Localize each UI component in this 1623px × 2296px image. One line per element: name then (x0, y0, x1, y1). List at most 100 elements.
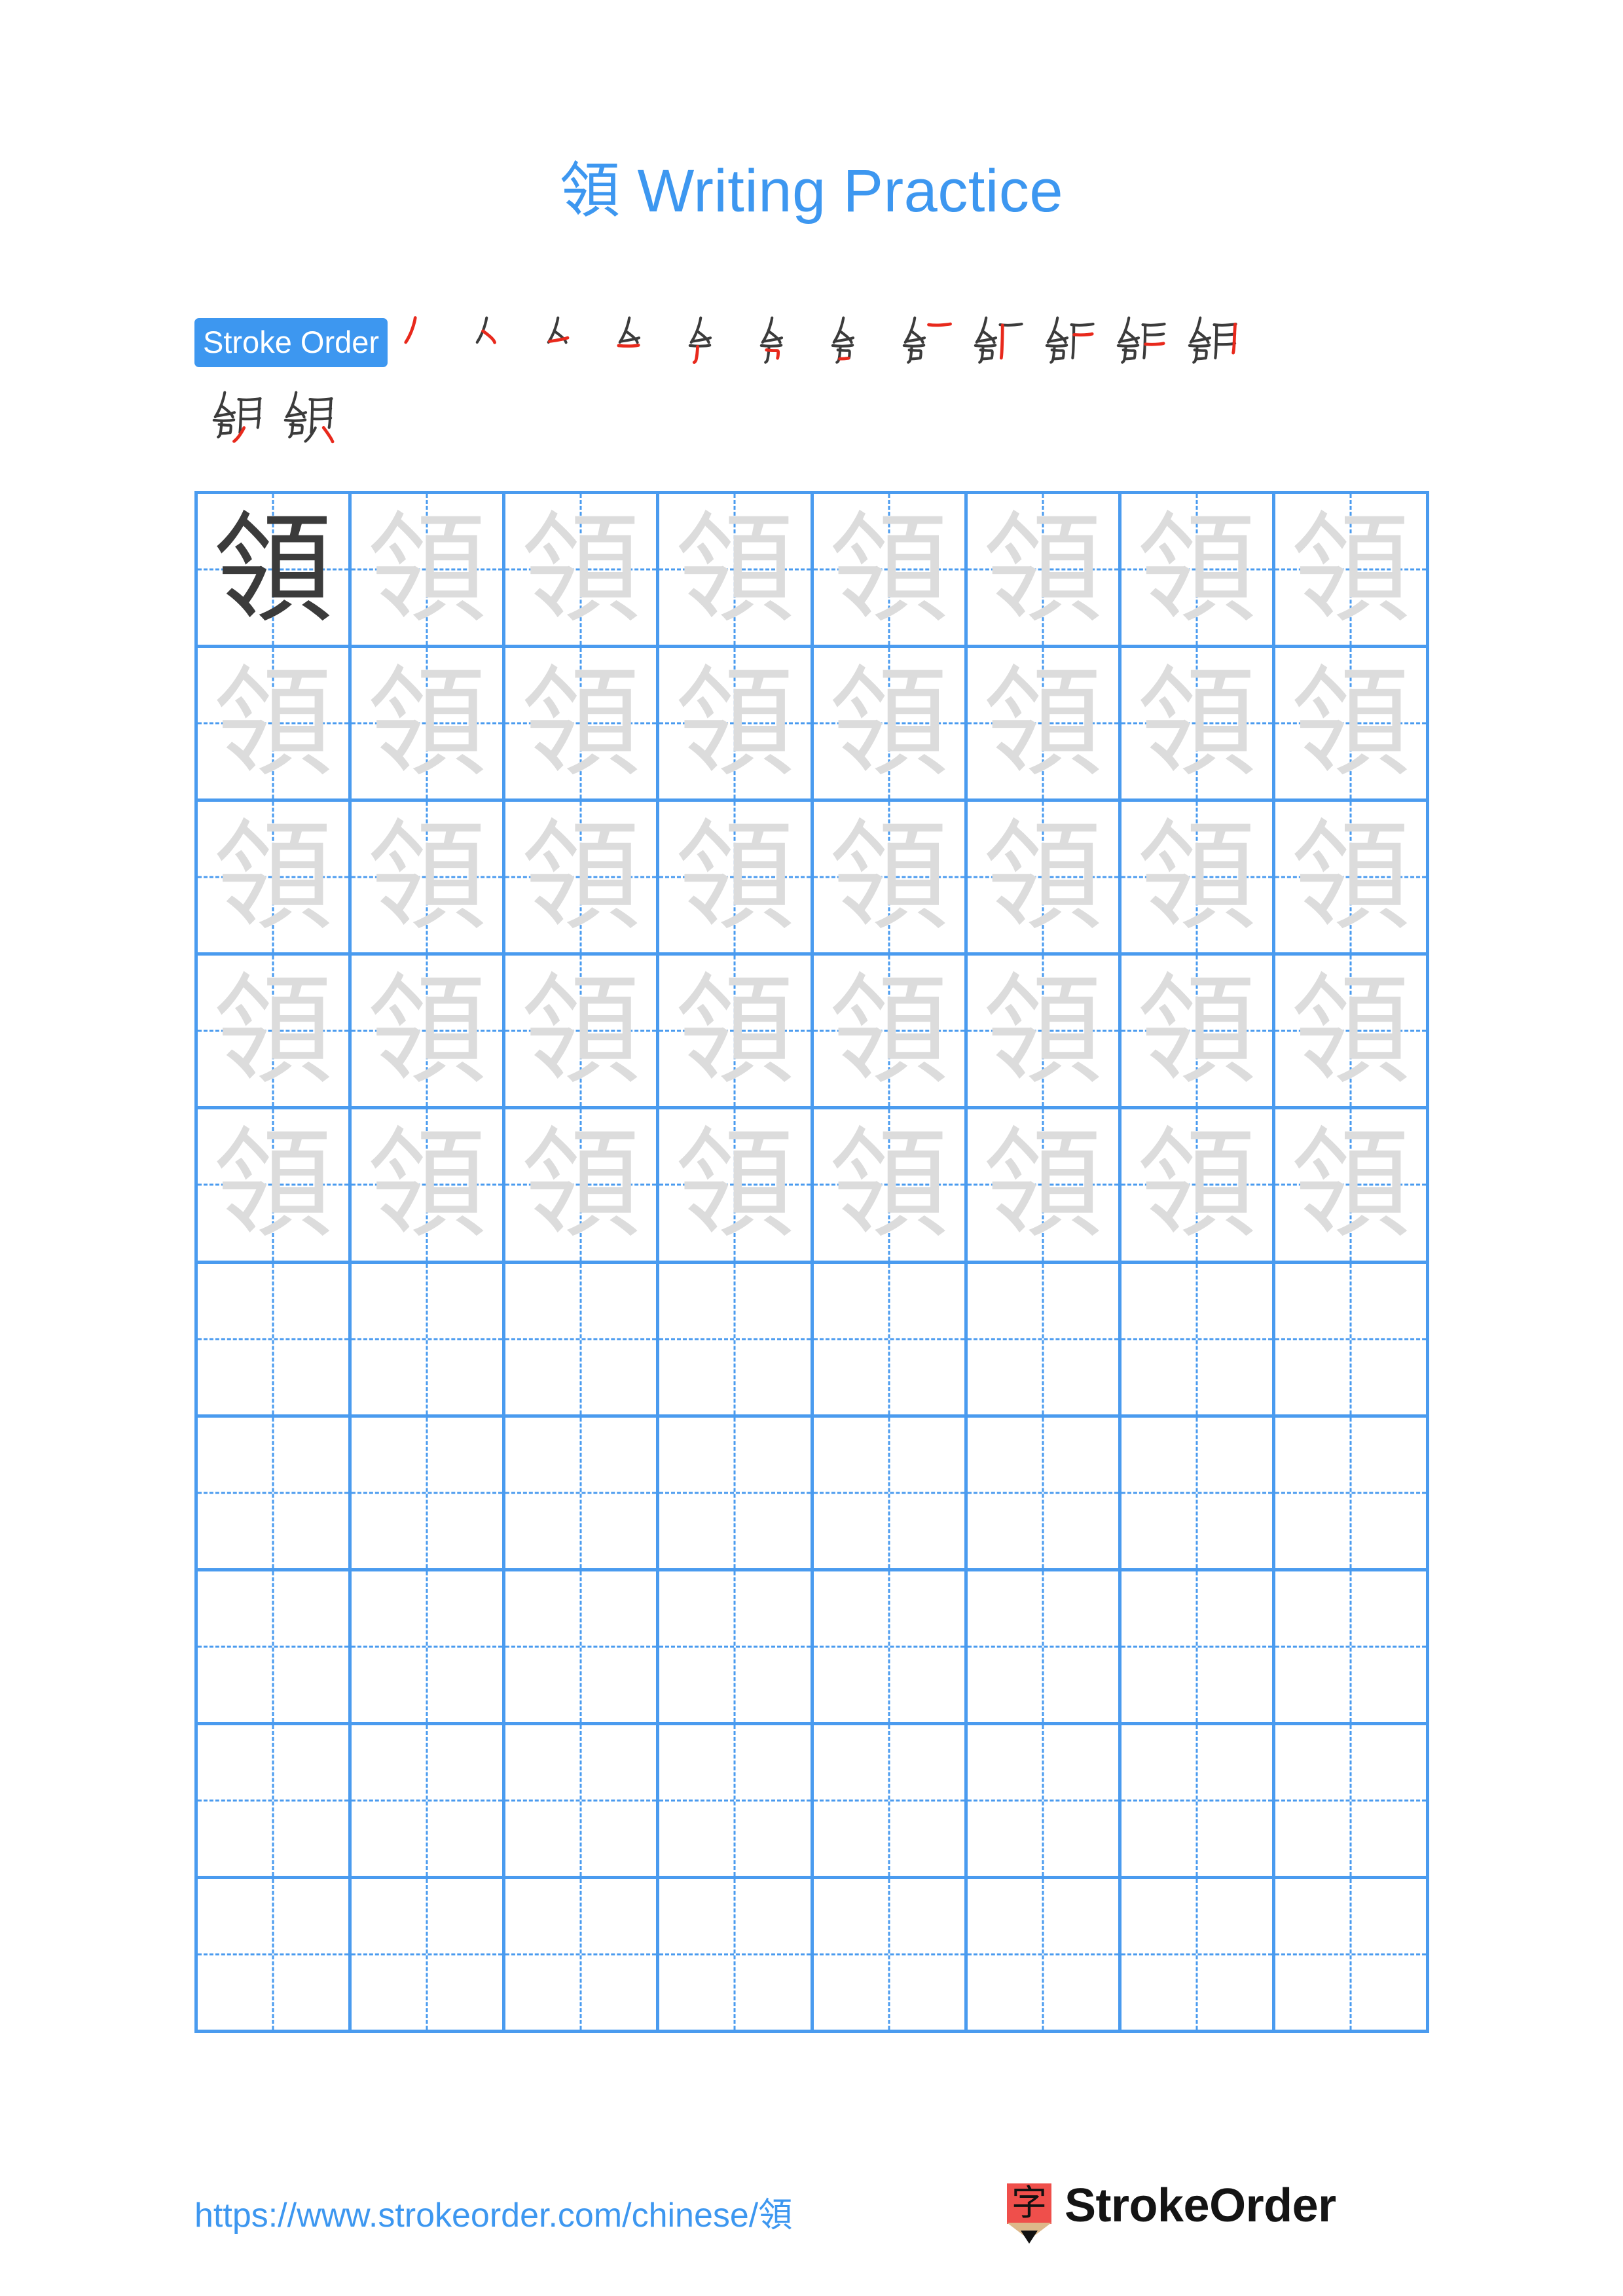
practice-cell-r5-c1[interactable]: 領 (198, 1109, 352, 1264)
practice-cell-r9-c6[interactable] (967, 1725, 1122, 1879)
practice-cell-r3-c5[interactable]: 領 (813, 802, 968, 956)
practice-cell-r6-c7[interactable] (1121, 1263, 1275, 1418)
practice-cell-r7-c5[interactable] (813, 1417, 968, 1571)
practice-cell-r1-c3[interactable]: 領 (505, 494, 660, 649)
practice-cell-r7-c6[interactable] (967, 1417, 1122, 1571)
brand-logo[interactable]: 字 StrokeOrder (1007, 2182, 1336, 2249)
practice-cell-r7-c2[interactable] (352, 1417, 506, 1571)
practice-cell-r4-c8[interactable]: 領 (1275, 956, 1429, 1110)
practice-cell-r10-c4[interactable] (659, 1878, 814, 2033)
practice-cell-r6-c6[interactable] (967, 1263, 1122, 1418)
practice-cell-r1-c4[interactable]: 領 (659, 494, 814, 649)
practice-cell-r3-c2[interactable]: 領 (352, 802, 506, 956)
stroke-existing (1188, 344, 1211, 348)
trace-character: 領 (829, 500, 949, 639)
stroke-order-step-7 (818, 308, 890, 377)
stroke-existing (240, 407, 261, 411)
practice-cell-r3-c6[interactable]: 領 (967, 802, 1122, 956)
practice-cell-r8-c1[interactable] (198, 1571, 352, 1725)
practice-cell-r2-c5[interactable]: 領 (813, 648, 968, 802)
practice-cell-r8-c8[interactable] (1275, 1571, 1429, 1725)
practice-cell-r6-c5[interactable] (813, 1263, 968, 1418)
pencil-glyph-zi: 字 (1012, 2182, 1047, 2223)
practice-cell-r10-c2[interactable] (352, 1878, 506, 2033)
practice-cell-r5-c6[interactable]: 領 (967, 1109, 1122, 1264)
practice-cell-r2-c8[interactable]: 領 (1275, 648, 1429, 802)
practice-cell-r8-c7[interactable] (1121, 1571, 1275, 1725)
practice-cell-r4-c6[interactable]: 領 (967, 956, 1122, 1110)
practice-cell-r10-c1[interactable] (198, 1878, 352, 2033)
practice-cell-r6-c2[interactable] (352, 1263, 506, 1418)
practice-cell-r3-c4[interactable]: 領 (659, 802, 814, 956)
practice-cell-r5-c3[interactable]: 領 (505, 1109, 660, 1264)
trace-character: 領 (675, 500, 795, 639)
practice-cell-r3-c3[interactable]: 領 (505, 802, 660, 956)
practice-cell-r8-c3[interactable] (505, 1571, 660, 1725)
practice-cell-r7-c8[interactable] (1275, 1417, 1429, 1571)
practice-cell-r10-c3[interactable] (505, 1878, 660, 2033)
practice-cell-r4-c2[interactable]: 領 (352, 956, 506, 1110)
practice-cell-r7-c4[interactable] (659, 1417, 814, 1571)
practice-cell-r1-c8[interactable]: 領 (1275, 494, 1429, 649)
practice-cell-r2-c4[interactable]: 領 (659, 648, 814, 802)
practice-cell-r5-c7[interactable]: 領 (1121, 1109, 1275, 1264)
practice-cell-r7-c1[interactable] (198, 1417, 352, 1571)
practice-cell-r4-c7[interactable]: 領 (1121, 956, 1275, 1110)
practice-cell-r9-c3[interactable] (505, 1725, 660, 1879)
stroke-existing (1144, 332, 1165, 336)
practice-cell-r5-c2[interactable]: 領 (352, 1109, 506, 1264)
practice-cell-r9-c7[interactable] (1121, 1725, 1275, 1879)
practice-cell-r1-c1[interactable]: 領 (198, 494, 352, 649)
practice-cell-r9-c1[interactable] (198, 1725, 352, 1879)
practice-cell-r5-c8[interactable]: 領 (1275, 1109, 1429, 1264)
practice-cell-r2-c1[interactable]: 領 (198, 648, 352, 802)
practice-cell-r4-c4[interactable]: 領 (659, 956, 814, 1110)
practice-cell-r8-c4[interactable] (659, 1571, 814, 1725)
practice-cell-r2-c6[interactable]: 領 (967, 648, 1122, 802)
footer-url-link[interactable]: https://www.strokeorder.com/chinese/領 (194, 2187, 792, 2236)
practice-cell-r5-c4[interactable]: 領 (659, 1109, 814, 1264)
practice-cell-r9-c2[interactable] (352, 1725, 506, 1879)
practice-cell-r1-c6[interactable]: 領 (967, 494, 1122, 649)
practice-cell-r4-c5[interactable]: 領 (813, 956, 968, 1110)
practice-cell-r9-c4[interactable] (659, 1725, 814, 1879)
stroke-existing (759, 344, 783, 348)
practice-cell-r9-c8[interactable] (1275, 1725, 1429, 1879)
stroke-new (617, 344, 640, 348)
stroke-new (927, 322, 953, 327)
practice-cell-r6-c8[interactable] (1275, 1263, 1429, 1418)
stroke-order-step-11 (1104, 308, 1175, 377)
practice-cell-r2-c3[interactable]: 領 (505, 648, 660, 802)
practice-cell-r10-c7[interactable] (1121, 1878, 1275, 2033)
practice-cell-r10-c5[interactable] (813, 1878, 968, 2033)
practice-cell-r6-c1[interactable] (198, 1263, 352, 1418)
practice-cell-r5-c5[interactable]: 領 (813, 1109, 968, 1264)
practice-cell-r1-c5[interactable]: 領 (813, 494, 968, 649)
practice-cell-r2-c2[interactable]: 領 (352, 648, 506, 802)
stroke-order-step-2 (462, 308, 533, 377)
practice-cell-r3-c7[interactable]: 領 (1121, 802, 1275, 956)
practice-cell-r4-c3[interactable]: 領 (505, 956, 660, 1110)
trace-character: 領 (829, 1115, 949, 1255)
trace-character: 領 (521, 1115, 641, 1255)
practice-cell-r7-c3[interactable] (505, 1417, 660, 1571)
practice-cell-r10-c8[interactable] (1275, 1878, 1429, 2033)
practice-cell-r7-c7[interactable] (1121, 1417, 1275, 1571)
practice-cell-r1-c2[interactable]: 領 (352, 494, 506, 649)
trace-character: 領 (213, 1115, 333, 1255)
practice-cell-r8-c2[interactable] (352, 1571, 506, 1725)
practice-cell-r3-c8[interactable]: 領 (1275, 802, 1429, 956)
practice-cell-r6-c3[interactable] (505, 1263, 660, 1418)
practice-cell-r8-c6[interactable] (967, 1571, 1122, 1725)
practice-cell-r4-c1[interactable]: 領 (198, 956, 352, 1110)
practice-cell-r2-c7[interactable]: 領 (1121, 648, 1275, 802)
practice-cell-r1-c7[interactable]: 領 (1121, 494, 1275, 649)
practice-cell-r3-c1[interactable]: 領 (198, 802, 352, 956)
practice-cell-r10-c6[interactable] (967, 1878, 1122, 2033)
practice-cell-r8-c5[interactable] (813, 1571, 968, 1725)
practice-grid: 領領領領領領領領領領領領領領領領領領領領領領領領領領領領領領領領領領領領領領領領 (194, 491, 1429, 2033)
trace-character: 領 (983, 500, 1103, 639)
trace-character: 領 (1137, 1115, 1256, 1255)
practice-cell-r9-c5[interactable] (813, 1725, 968, 1879)
practice-cell-r6-c4[interactable] (659, 1263, 814, 1418)
